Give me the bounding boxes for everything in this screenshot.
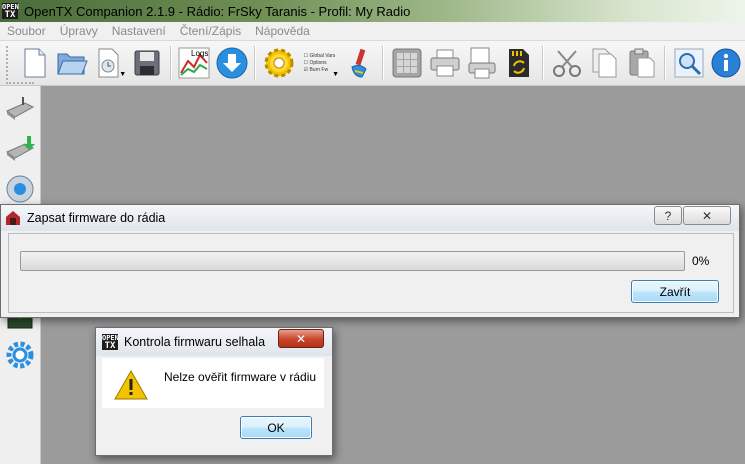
ok-button-label: OK	[267, 420, 285, 435]
radio-settings-button[interactable]	[3, 338, 37, 372]
new-file-button[interactable]	[18, 46, 51, 80]
chevron-down-icon: ▼	[332, 71, 340, 78]
burn-firmware-dialog: Zapsat firmware do rádia ? ✕ 0% Zavřít	[0, 204, 740, 318]
fail-dialog-body: Nelze ověřit firmware v rádiu	[102, 358, 324, 408]
menu-upravy[interactable]: Úpravy	[53, 24, 105, 38]
checklist-item-2: Options	[309, 59, 327, 66]
sd-sync-button[interactable]	[503, 46, 536, 80]
progress-percent-label: 0%	[692, 254, 710, 268]
menu-napoveda[interactable]: Nápověda	[248, 24, 317, 38]
logs-chart-icon: Logs	[178, 47, 210, 79]
settings-gear-icon	[264, 48, 294, 78]
preferences-button[interactable]	[262, 46, 295, 80]
print-button[interactable]	[428, 46, 461, 80]
sd-card-sync-icon	[509, 49, 530, 77]
copy-button[interactable]	[587, 46, 620, 80]
ok-button[interactable]: OK	[240, 416, 312, 439]
side-toolbar-grip[interactable]	[6, 82, 34, 88]
cut-button[interactable]	[550, 46, 583, 80]
paste-icon	[629, 48, 655, 78]
menu-soubor[interactable]: Soubor	[0, 24, 53, 38]
close-icon: ✕	[295, 331, 307, 346]
print-preview-button[interactable]	[465, 46, 498, 80]
window-title-bar: OPEN TX OpenTX Companion 2.1.9 - Rádio: …	[0, 0, 745, 22]
opentx-companion-icon	[6, 211, 20, 225]
burn-dialog-close-button[interactable]: ✕	[683, 206, 731, 225]
download-icon	[216, 47, 248, 79]
save-icon	[134, 50, 160, 76]
write-models-icon	[6, 136, 35, 161]
print-preview-icon	[468, 47, 496, 79]
firmware-button[interactable]	[3, 172, 37, 206]
new-file-icon	[24, 48, 46, 78]
customize-brush-icon	[351, 48, 367, 78]
warning-icon	[114, 370, 148, 400]
save-button[interactable]	[130, 46, 163, 80]
cut-scissors-icon	[552, 50, 581, 77]
burn-dialog-title-bar: Zapsat firmware do rádia ? ✕	[1, 205, 739, 231]
help-button[interactable]: ?	[654, 206, 682, 225]
open-button[interactable]	[55, 46, 88, 80]
help-icon: ?	[664, 208, 672, 223]
window-title: OpenTX Companion 2.1.9 - Rádio: FrSky Ta…	[24, 3, 411, 19]
opentx-logo-icon: OPEN TX	[102, 334, 119, 351]
calculator-icon	[392, 48, 422, 78]
close-icon: ✕	[701, 208, 713, 223]
radio-settings-icon	[6, 341, 34, 369]
recent-files-button[interactable]: ▼	[93, 46, 126, 80]
checklist-item-1: Global Vars	[309, 52, 336, 59]
fail-dialog-close-button[interactable]: ✕	[278, 329, 324, 348]
paste-button[interactable]	[625, 46, 658, 80]
search-icon	[674, 48, 704, 78]
logo-text-bottom: TX	[104, 341, 116, 351]
fail-dialog-title-bar: OPEN TX Kontrola firmwaru selhala ✕	[96, 328, 332, 356]
burn-dialog-body: 0% Zavřít	[8, 233, 734, 313]
close-button[interactable]: Zavřít	[631, 280, 719, 303]
logo-text-bottom: TX	[4, 10, 16, 20]
logs-button[interactable]: Logs	[178, 46, 211, 80]
customize-button[interactable]	[343, 46, 376, 80]
firmware-progress-bar	[20, 251, 685, 271]
download-button[interactable]	[215, 46, 248, 80]
toolbar-separator	[542, 46, 545, 80]
about-button[interactable]	[710, 46, 743, 80]
toolbar-separator	[664, 46, 667, 80]
toolbar-separator	[254, 46, 257, 80]
fail-dialog-title: Kontrola firmwaru selhala	[124, 335, 266, 349]
open-folder-icon	[57, 53, 88, 75]
menu-cteni-zapis[interactable]: Čtení/Zápis	[173, 24, 248, 38]
toolbar-separator	[382, 46, 385, 80]
chevron-down-icon: ▼	[119, 71, 127, 78]
write-models-button[interactable]	[3, 132, 37, 166]
firmware-check-failed-dialog: OPEN TX Kontrola firmwaru selhala ✕ Nelz…	[95, 327, 333, 456]
search-button[interactable]	[672, 46, 705, 80]
toolbar-grip[interactable]	[6, 46, 12, 80]
menu-bar: Soubor Úpravy Nastavení Čtení/Zápis Nápo…	[0, 22, 745, 41]
copy-icon	[592, 48, 617, 78]
main-toolbar: ▼ Logs ☐ Global Vars ☐ Options ☑ Burn Fw…	[0, 41, 745, 86]
toolbar-separator	[169, 46, 172, 80]
print-icon	[430, 49, 460, 77]
checklist-button[interactable]: ☐ Global Vars ☐ Options ☑ Burn Fw ▼	[300, 46, 339, 80]
calculator-button[interactable]	[390, 46, 423, 80]
menu-nastaveni[interactable]: Nastavení	[105, 24, 173, 38]
read-models-icon	[6, 97, 35, 120]
checklist-item-3: Burn Fw	[309, 66, 329, 73]
opentx-logo-icon: OPEN TX	[2, 3, 19, 20]
info-icon	[711, 48, 741, 78]
checklist-icon: ☐ Global Vars ☐ Options ☑ Burn Fw	[303, 52, 336, 73]
close-button-label: Zavřít	[659, 284, 691, 299]
firmware-icon	[6, 175, 34, 203]
fail-message: Nelze ověřit firmware v rádiu	[164, 370, 317, 384]
read-models-button[interactable]	[3, 92, 37, 126]
burn-dialog-title: Zapsat firmware do rádia	[27, 211, 166, 225]
logs-label: Logs	[191, 49, 208, 58]
